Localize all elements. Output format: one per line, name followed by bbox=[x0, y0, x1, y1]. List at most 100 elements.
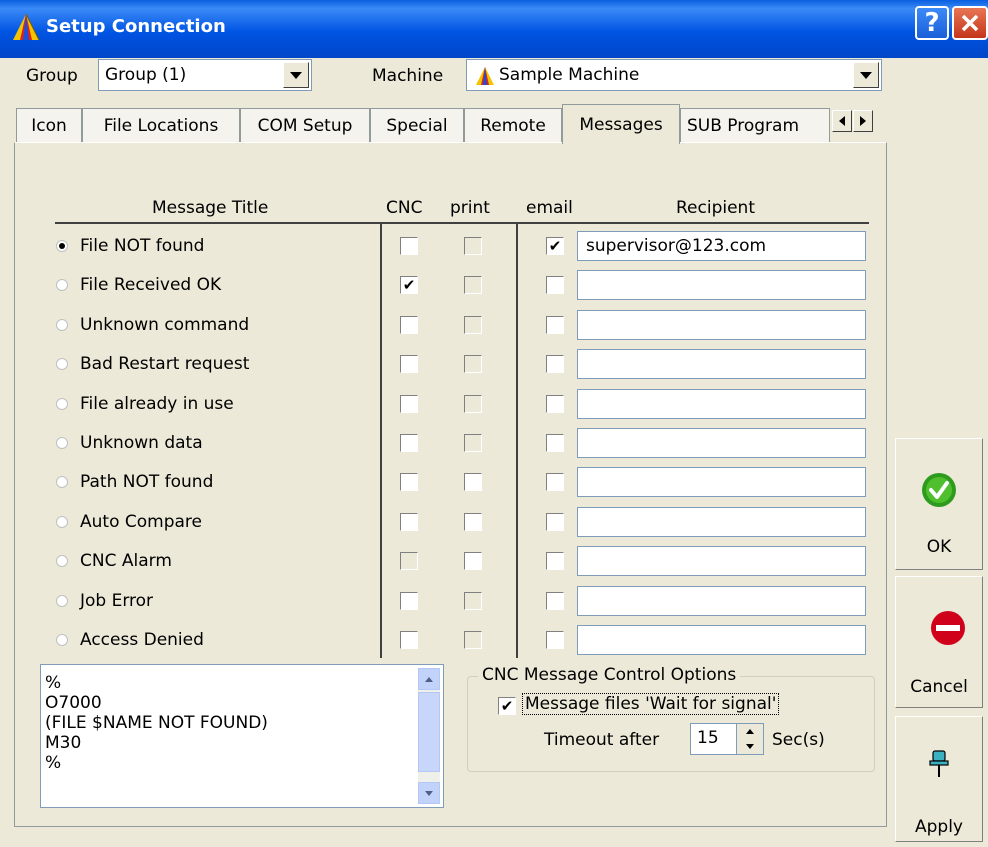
spin-up-button[interactable] bbox=[737, 724, 763, 739]
email-checkbox[interactable] bbox=[546, 592, 564, 610]
cnc-checkbox[interactable] bbox=[400, 355, 418, 373]
group-dropdown-button[interactable] bbox=[283, 62, 309, 88]
tab-remote[interactable]: Remote bbox=[464, 108, 562, 142]
tab-special[interactable]: Special bbox=[370, 108, 464, 142]
recipient-input[interactable] bbox=[577, 349, 866, 379]
scroll-up-button[interactable] bbox=[418, 668, 440, 690]
message-text-area[interactable]: % O7000 (FILE $NAME NOT FOUND) M30 % bbox=[40, 664, 444, 808]
tab-file-locations[interactable]: File Locations bbox=[82, 108, 240, 142]
message-row-option[interactable]: File already in use bbox=[56, 393, 234, 415]
radio-button[interactable] bbox=[56, 358, 68, 370]
radio-button[interactable] bbox=[56, 555, 68, 567]
tab-messages[interactable]: Messages bbox=[562, 104, 680, 144]
radio-button[interactable] bbox=[56, 279, 68, 291]
recipient-input[interactable] bbox=[577, 625, 866, 655]
recipient-input[interactable] bbox=[577, 546, 866, 576]
print-checkbox[interactable] bbox=[464, 473, 482, 491]
radio-button[interactable] bbox=[56, 319, 68, 331]
header-cnc: CNC bbox=[386, 198, 423, 218]
apply-label: Apply bbox=[915, 817, 963, 837]
machine-select[interactable]: Sample Machine bbox=[466, 59, 882, 91]
cancel-label: Cancel bbox=[910, 677, 968, 697]
message-row-option[interactable]: Unknown data bbox=[56, 432, 203, 454]
machine-dropdown-button[interactable] bbox=[853, 62, 879, 88]
print-checkbox[interactable] bbox=[464, 316, 482, 334]
pushpin-icon bbox=[929, 750, 949, 777]
wait-for-signal-label[interactable]: Message files 'Wait for signal' bbox=[522, 693, 780, 715]
radio-button[interactable] bbox=[56, 595, 68, 607]
email-checkbox[interactable] bbox=[546, 395, 564, 413]
timeout-spinner[interactable] bbox=[736, 723, 764, 755]
radio-button[interactable] bbox=[56, 398, 68, 410]
message-row-option[interactable]: File NOT found bbox=[56, 235, 204, 257]
print-checkbox[interactable] bbox=[464, 237, 482, 255]
message-row-option[interactable]: File Received OK bbox=[56, 274, 221, 296]
message-row-option[interactable]: Auto Compare bbox=[56, 511, 202, 533]
message-row-option[interactable]: Access Denied bbox=[56, 629, 204, 651]
tab-com-setup[interactable]: COM Setup bbox=[240, 108, 370, 142]
email-checkbox[interactable] bbox=[546, 316, 564, 334]
cnc-checkbox[interactable]: ✔ bbox=[400, 276, 418, 294]
email-checkbox[interactable] bbox=[546, 631, 564, 649]
cnc-checkbox[interactable] bbox=[400, 237, 418, 255]
email-checkbox[interactable] bbox=[546, 434, 564, 452]
wait-for-signal-checkbox[interactable]: ✔ bbox=[498, 697, 516, 715]
spin-down-button[interactable] bbox=[737, 739, 763, 754]
recipient-input[interactable] bbox=[577, 467, 866, 497]
print-checkbox[interactable] bbox=[464, 276, 482, 294]
radio-button[interactable] bbox=[56, 437, 68, 449]
message-row-option[interactable]: Path NOT found bbox=[56, 471, 213, 493]
print-checkbox[interactable] bbox=[464, 395, 482, 413]
cnc-checkbox[interactable] bbox=[400, 395, 418, 413]
close-button[interactable] bbox=[952, 6, 988, 40]
tab-scroll-left-button[interactable] bbox=[832, 110, 852, 132]
recipient-input[interactable] bbox=[577, 310, 866, 340]
email-checkbox[interactable] bbox=[546, 552, 564, 570]
recipient-input[interactable] bbox=[577, 507, 866, 537]
memo-scrollbar[interactable] bbox=[418, 668, 440, 804]
group-select[interactable]: Group (1) bbox=[98, 59, 312, 91]
recipient-input[interactable] bbox=[577, 389, 866, 419]
radio-button[interactable] bbox=[56, 476, 68, 488]
cnc-checkbox[interactable] bbox=[400, 434, 418, 452]
cnc-checkbox[interactable] bbox=[400, 316, 418, 334]
message-row-option[interactable]: CNC Alarm bbox=[56, 550, 172, 572]
timeout-input[interactable]: 15 bbox=[690, 723, 738, 755]
apply-button[interactable]: Apply bbox=[895, 716, 983, 842]
tab-scroll-right-button[interactable] bbox=[853, 110, 873, 132]
email-checkbox[interactable] bbox=[546, 276, 564, 294]
help-button[interactable]: ? bbox=[915, 6, 949, 40]
cnc-checkbox[interactable] bbox=[400, 513, 418, 531]
message-row-option[interactable]: Unknown command bbox=[56, 314, 249, 336]
print-checkbox[interactable] bbox=[464, 434, 482, 452]
radio-button[interactable] bbox=[56, 516, 68, 528]
print-checkbox[interactable] bbox=[464, 552, 482, 570]
tab-sub-program[interactable]: SUB Program bbox=[680, 108, 830, 142]
scroll-thumb[interactable] bbox=[418, 692, 440, 772]
email-checkbox[interactable] bbox=[546, 355, 564, 373]
recipient-input[interactable] bbox=[577, 270, 866, 300]
ok-button[interactable]: OK bbox=[895, 438, 983, 570]
email-checkbox[interactable] bbox=[546, 513, 564, 531]
message-row-option[interactable]: Bad Restart request bbox=[56, 353, 249, 375]
message-row-option[interactable]: Job Error bbox=[56, 590, 153, 612]
recipient-input[interactable]: supervisor@123.com bbox=[577, 231, 866, 261]
scroll-down-button[interactable] bbox=[418, 782, 440, 804]
cnc-checkbox[interactable] bbox=[400, 631, 418, 649]
recipient-input[interactable] bbox=[577, 428, 866, 458]
tab-icon[interactable]: Icon bbox=[16, 108, 82, 142]
print-checkbox[interactable] bbox=[464, 631, 482, 649]
cnc-checkbox[interactable] bbox=[400, 552, 418, 570]
print-checkbox[interactable] bbox=[464, 355, 482, 373]
cancel-button[interactable]: Cancel bbox=[895, 576, 983, 708]
email-checkbox[interactable] bbox=[546, 473, 564, 491]
print-checkbox[interactable] bbox=[464, 513, 482, 531]
email-checkbox[interactable]: ✔ bbox=[546, 237, 564, 255]
radio-button[interactable] bbox=[56, 240, 68, 252]
timeout-label: Timeout after bbox=[544, 730, 660, 750]
cnc-checkbox[interactable] bbox=[400, 473, 418, 491]
radio-button[interactable] bbox=[56, 634, 68, 646]
recipient-input[interactable] bbox=[577, 586, 866, 616]
print-checkbox[interactable] bbox=[464, 592, 482, 610]
cnc-checkbox[interactable] bbox=[400, 592, 418, 610]
